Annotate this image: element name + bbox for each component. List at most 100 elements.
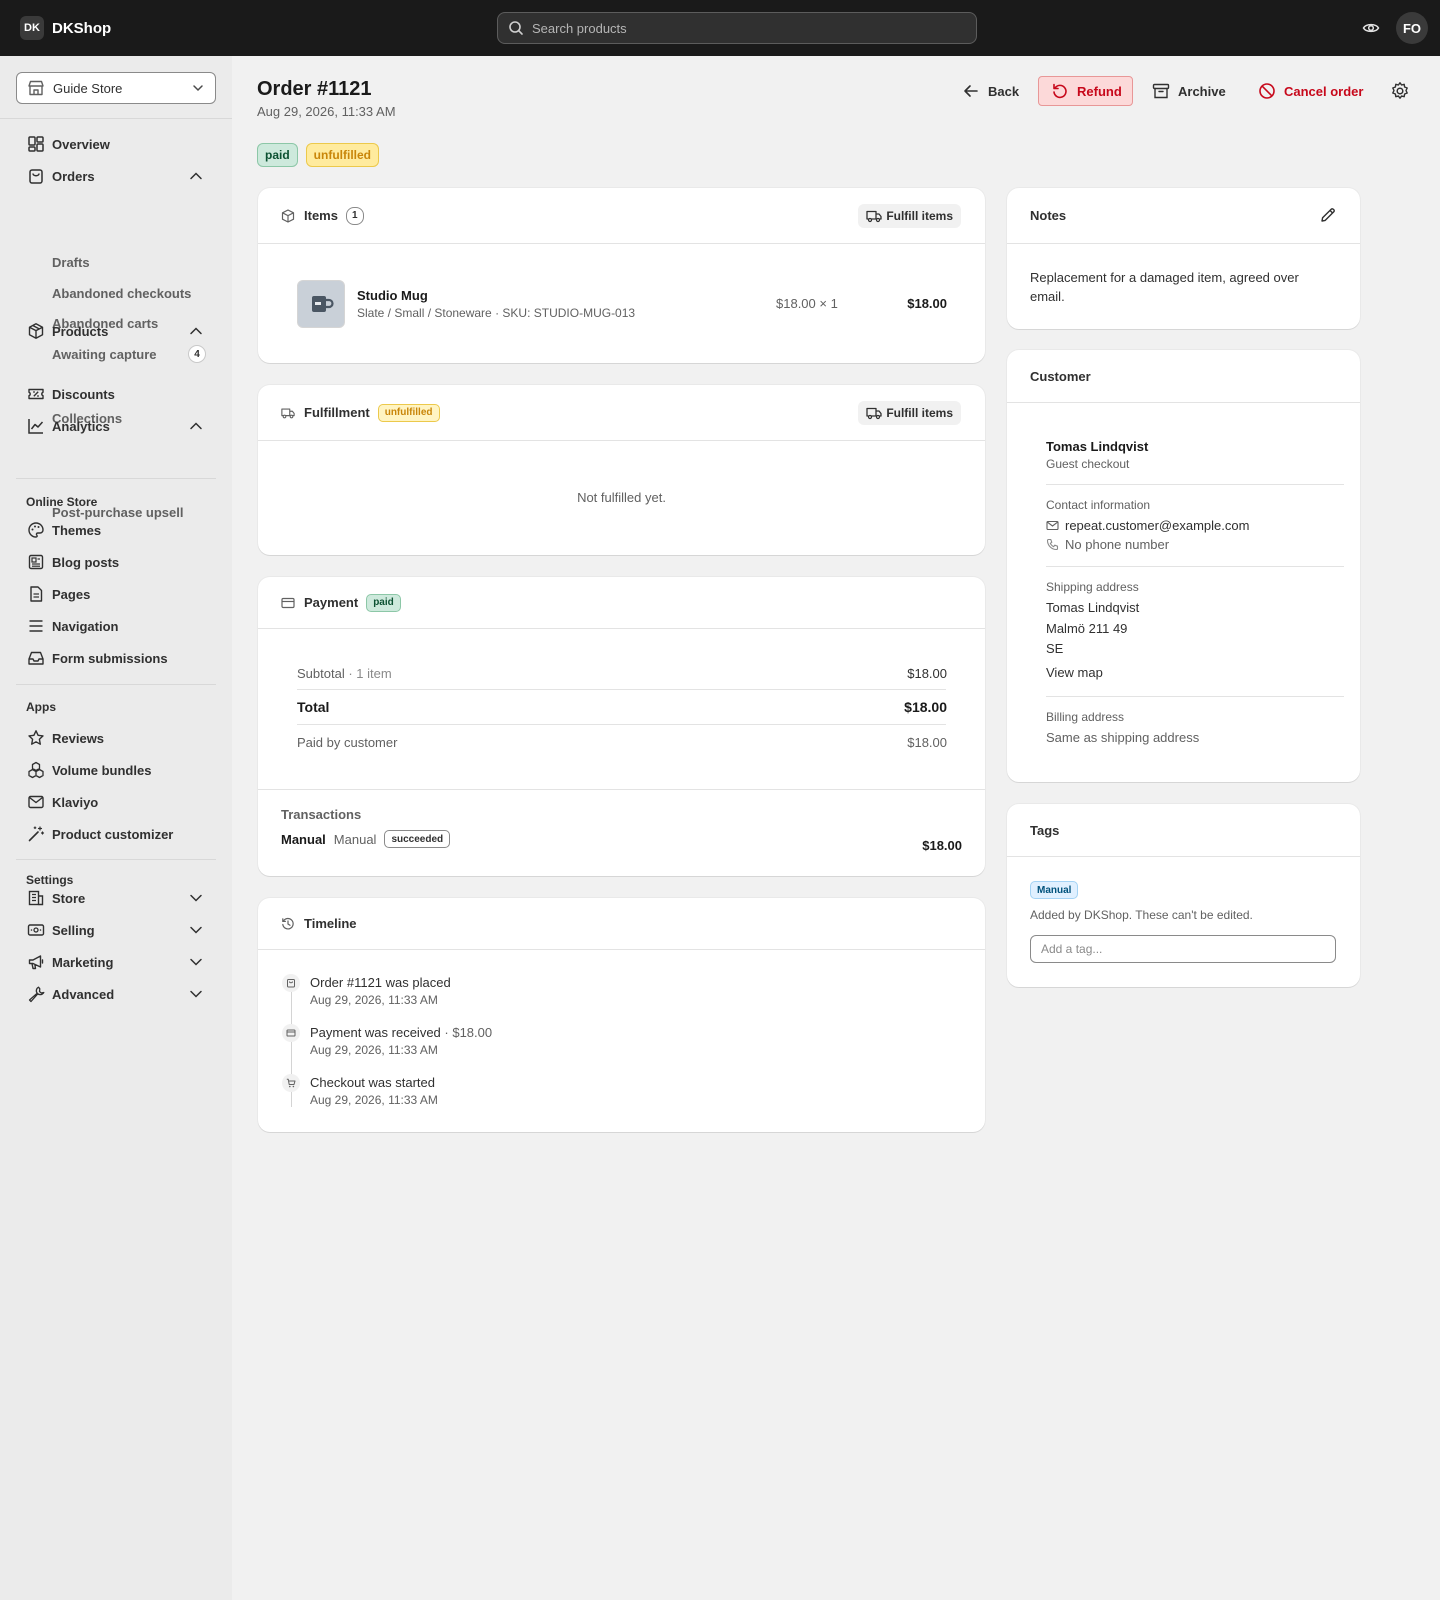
shipping-address-label: Shipping address xyxy=(1046,580,1139,594)
sidebar-item-blog-posts[interactable]: Blog posts xyxy=(0,546,232,578)
card-divider xyxy=(258,789,985,790)
shipping-city: Malmö 211 49 xyxy=(1046,621,1128,636)
back-button[interactable]: Back xyxy=(962,76,1019,106)
menu-icon xyxy=(26,616,46,636)
sidebar-item-label: Orders xyxy=(52,168,95,184)
sidebar-item-label: Advanced xyxy=(52,986,115,1002)
sidebar-item-orders[interactable]: Orders xyxy=(0,160,232,192)
refund-label: Refund xyxy=(1077,83,1122,99)
product-thumbnail[interactable] xyxy=(297,280,345,328)
sidebar-item-advanced[interactable]: Advanced xyxy=(0,978,232,1010)
customer-card: Customer Tomas Lindqvist Guest checkout … xyxy=(1007,350,1360,782)
sidebar-item-marketing[interactable]: Marketing xyxy=(0,946,232,978)
line-price-quantity: $18.00 × 1 xyxy=(776,296,838,311)
item-count-badge: 1 xyxy=(345,206,364,225)
sidebar-item-label: Store xyxy=(52,890,86,906)
view-map-link[interactable]: View map xyxy=(1046,665,1103,680)
sidebar-item-label: Abandoned checkouts xyxy=(52,285,192,301)
payment-title: Payment xyxy=(304,595,359,610)
subtotal-row: Subtotal · 1 item xyxy=(297,666,392,681)
customer-email: repeat.customer@example.com xyxy=(1065,518,1250,533)
notes-body: Replacement for a damaged item, agreed o… xyxy=(1030,270,1299,304)
customer-phone: No phone number xyxy=(1065,537,1170,552)
sidebar-item-volume-bundles[interactable]: Volume bundles xyxy=(0,754,232,786)
tags-note: Added by DKShop. These can't be edited. xyxy=(1030,908,1253,922)
sidebar-item-selling[interactable]: Selling xyxy=(0,914,232,946)
sidebar-item-pages[interactable]: Pages xyxy=(0,578,232,610)
timeline-event-time: Aug 29, 2026, 11:33 AM xyxy=(310,993,438,1007)
sidebar-item-reviews[interactable]: Reviews xyxy=(0,722,232,754)
sidebar-item-discounts[interactable]: Discounts xyxy=(0,378,232,410)
logo-mark: DK xyxy=(20,16,44,40)
section-divider xyxy=(1046,484,1344,485)
product-name[interactable]: Studio Mug xyxy=(357,288,428,303)
tags-card: Tags Manual Added by DKShop. These can't… xyxy=(1007,804,1360,987)
truck-icon xyxy=(281,406,295,420)
chevron-down-icon[interactable] xyxy=(186,984,206,1004)
archive-button[interactable]: Archive xyxy=(1152,76,1226,106)
fulfill-items-button[interactable]: Fulfill items xyxy=(858,401,961,425)
customer-name[interactable]: Tomas Lindqvist xyxy=(1046,439,1148,454)
timeline-event-text: Payment was received xyxy=(310,1025,441,1040)
refund-button[interactable]: Refund xyxy=(1038,76,1133,106)
chevron-up-icon[interactable] xyxy=(186,166,206,186)
timeline-event: Order #1121 was placed xyxy=(310,975,451,990)
sidebar-item-drafts[interactable]: Drafts xyxy=(0,247,232,277)
chevron-up-icon[interactable] xyxy=(186,321,206,341)
chevron-down-icon[interactable] xyxy=(186,920,206,940)
sidebar-divider xyxy=(0,118,232,119)
chevron-down-icon[interactable] xyxy=(186,888,206,908)
search-bar[interactable] xyxy=(497,12,977,44)
fulfill-items-label: Fulfill items xyxy=(886,406,953,420)
search-input[interactable] xyxy=(532,20,952,36)
paid-by-customer-value: $18.00 xyxy=(907,735,947,750)
sidebar-item-overview[interactable]: Overview xyxy=(0,128,232,160)
cancel-order-button[interactable]: Cancel order xyxy=(1258,76,1363,106)
order-status-badges: paid unfulfilled xyxy=(257,143,379,167)
chevron-up-icon[interactable] xyxy=(186,416,206,436)
credit-card-icon xyxy=(281,596,295,610)
sidebar-item-product-customizer[interactable]: Product customizer xyxy=(0,818,232,850)
sidebar-item-form-submissions[interactable]: Form submissions xyxy=(0,642,232,674)
gear-icon[interactable] xyxy=(1390,81,1410,101)
section-label-apps: Apps xyxy=(26,700,56,714)
chevron-down-icon[interactable] xyxy=(186,952,206,972)
payment-status-badge: paid xyxy=(257,143,298,167)
cash-icon xyxy=(26,920,46,940)
eye-icon[interactable] xyxy=(1362,19,1380,37)
sidebar-item-abandoned-checkouts[interactable]: Abandoned checkouts xyxy=(0,278,232,308)
sidebar-item-label: Blog posts xyxy=(52,554,120,570)
timeline-cart-icon xyxy=(282,1074,300,1092)
sidebar-item-klaviyo[interactable]: Klaviyo xyxy=(0,786,232,818)
customer-email-row[interactable]: repeat.customer@example.com xyxy=(1046,518,1249,533)
transaction-row: Manual Manual succeeded xyxy=(281,830,451,848)
shipping-country: SE xyxy=(1046,641,1064,656)
cancel-order-label: Cancel order xyxy=(1284,83,1364,99)
archive-label: Archive xyxy=(1178,83,1226,99)
timeline-event-text: Order #1121 was placed xyxy=(310,975,451,990)
wrench-icon xyxy=(26,984,46,1004)
fulfill-items-button[interactable]: Fulfill items xyxy=(858,204,961,228)
timeline-card-icon xyxy=(282,1024,300,1042)
sidebar-item-store[interactable]: Store xyxy=(0,882,232,914)
sidebar-item-label: Products xyxy=(52,323,109,339)
avatar[interactable]: FO xyxy=(1396,12,1428,44)
add-tag-input[interactable] xyxy=(1030,935,1336,963)
mail-icon xyxy=(26,792,46,812)
sidebar-item-navigation[interactable]: Navigation xyxy=(0,610,232,642)
sidebar-divider xyxy=(16,684,216,685)
logo[interactable]: DK DKShop xyxy=(20,16,111,40)
contact-info-label: Contact information xyxy=(1046,498,1151,512)
sidebar-item-themes[interactable]: Themes xyxy=(0,514,232,546)
payment-card: Payment paid Subtotal · 1 item $18.00 To… xyxy=(258,577,985,876)
sidebar-item-label: Form submissions xyxy=(52,650,168,666)
sidebar-item-products[interactable]: Products xyxy=(0,315,232,347)
section-divider xyxy=(1046,696,1344,697)
sidebar-item-analytics[interactable]: Analytics xyxy=(0,410,232,442)
discount-ticket-icon xyxy=(26,384,46,404)
fulfillment-title: Fulfillment xyxy=(304,405,370,420)
timeline-card: Timeline Order #1121 was placed Aug 29, … xyxy=(258,898,985,1132)
edit-pencil-icon[interactable] xyxy=(1319,206,1337,224)
store-selector[interactable]: Guide Store xyxy=(16,72,216,104)
truck-icon xyxy=(866,209,882,223)
